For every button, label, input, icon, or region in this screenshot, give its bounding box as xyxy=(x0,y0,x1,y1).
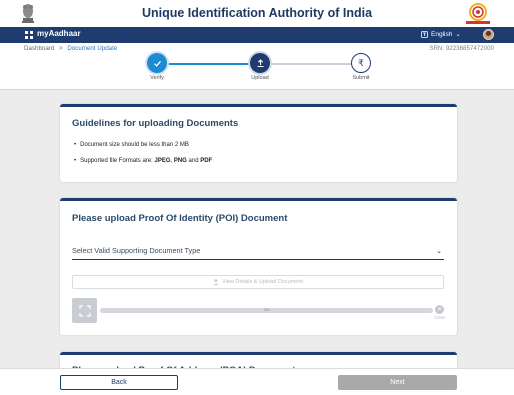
page: Unique Identification Authority of India… xyxy=(0,0,514,395)
step-connector-1 xyxy=(166,63,250,65)
document-type-select[interactable]: Select Valid Supporting Document Type ⌄ xyxy=(72,246,444,260)
document-type-placeholder: Select Valid Supporting Document Type xyxy=(72,246,201,255)
step-label-upload: Upload xyxy=(251,75,269,81)
app-name: myAadhaar xyxy=(37,29,81,38)
step-connector-2 xyxy=(271,63,353,65)
app-navbar: myAadhaar English ⌄ xyxy=(0,27,514,43)
back-button[interactable]: Back xyxy=(60,375,178,390)
guidelines-card: Guidelines for uploading Documents Docum… xyxy=(60,104,457,182)
upload-progress-text: 0% xyxy=(263,307,270,312)
step-submit: ₹ xyxy=(351,53,371,73)
clear-label: Clear xyxy=(434,315,445,320)
site-title: Unique Identification Authority of India xyxy=(141,6,373,20)
breadcrumb-separator: > xyxy=(59,45,63,52)
next-button[interactable]: Next xyxy=(338,375,457,390)
upload-icon xyxy=(257,58,263,67)
breadcrumb-current: Document Update xyxy=(67,45,118,52)
step-verify xyxy=(147,53,167,73)
document-preview-thumbnail[interactable] xyxy=(72,298,97,323)
chevron-down-icon: ⌄ xyxy=(436,248,442,255)
step-label-verify: Verify xyxy=(150,75,164,81)
guideline-formats: Supported file Formats are: JPEG, PNG an… xyxy=(74,158,212,164)
upload-progress-bar: 0% xyxy=(100,307,433,313)
footer-action-bar: Back Next xyxy=(0,368,514,395)
app-menu-icon[interactable] xyxy=(25,31,33,39)
upload-button-label: View Details & Upload Document xyxy=(222,279,303,285)
expand-icon xyxy=(78,304,91,317)
step-upload xyxy=(250,53,270,73)
guidelines-title: Guidelines for uploading Documents xyxy=(72,118,239,129)
upload-icon xyxy=(214,279,219,285)
step-label-submit: Submit xyxy=(352,75,370,81)
poi-upload-card: Please upload Proof Of Identity (POI) Do… xyxy=(60,198,457,335)
avatar[interactable] xyxy=(483,29,494,40)
breadcrumb-home[interactable]: Dashboard xyxy=(24,45,54,52)
language-label: English xyxy=(431,30,453,38)
rupee-icon: ₹ xyxy=(358,57,364,68)
progress-header: Dashboard > Document Update SRN: 9223685… xyxy=(0,43,514,90)
breadcrumb: Dashboard > Document Update xyxy=(24,45,117,52)
aadhaar-logo-icon xyxy=(466,3,490,24)
view-details-upload-button[interactable]: View Details & Upload Document xyxy=(72,275,444,289)
srn-number: SRN: 92236857472000 xyxy=(429,45,494,52)
clear-icon[interactable]: ✕ xyxy=(435,305,444,314)
chevron-down-icon: ⌄ xyxy=(455,31,461,38)
check-icon xyxy=(153,60,161,67)
translate-icon xyxy=(421,30,428,38)
language-selector[interactable]: English ⌄ xyxy=(421,30,461,38)
site-header: Unique Identification Authority of India xyxy=(0,0,514,27)
poi-title: Please upload Proof Of Identity (POI) Do… xyxy=(72,213,288,224)
guideline-size: Document size should be less than 2 MB xyxy=(74,142,189,148)
